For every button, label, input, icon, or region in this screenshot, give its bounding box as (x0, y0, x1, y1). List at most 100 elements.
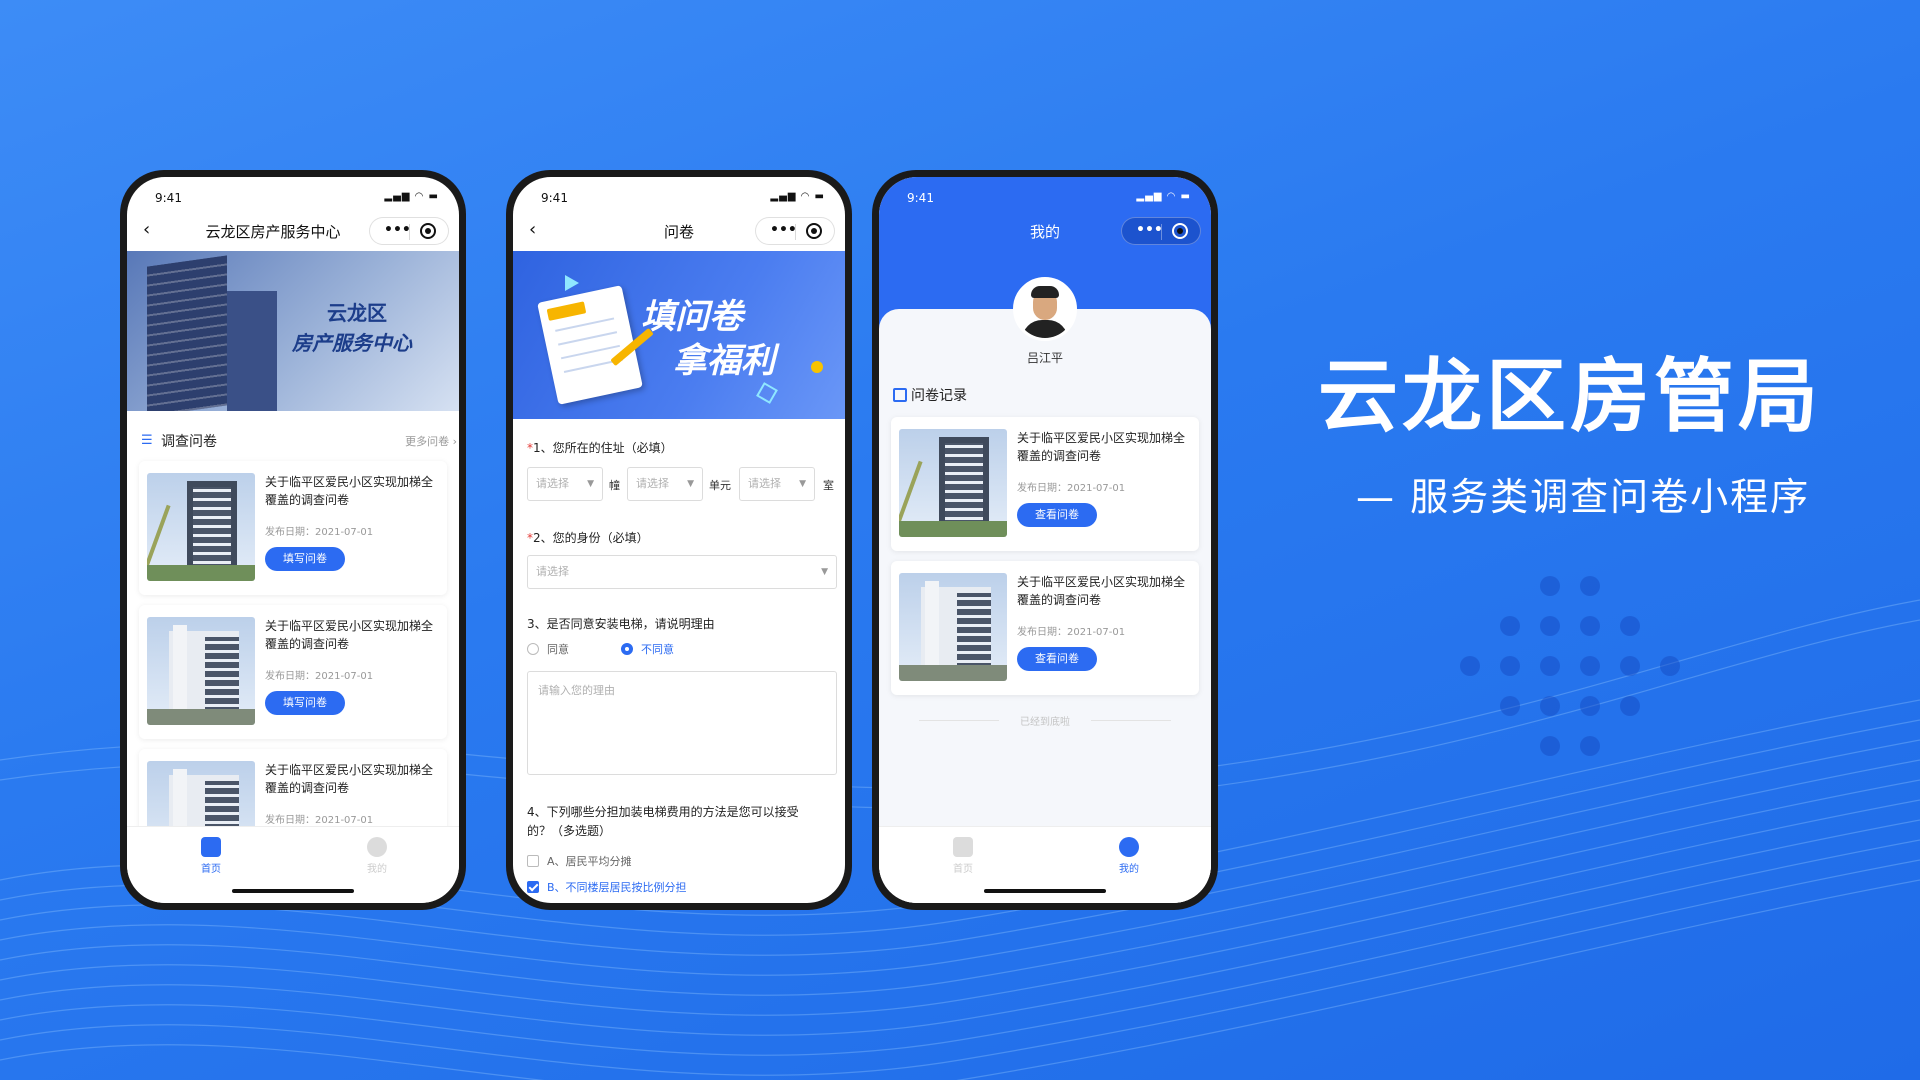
avatar[interactable] (1013, 277, 1077, 341)
radio-disagree[interactable] (621, 643, 633, 655)
view-survey-button[interactable]: 查看问卷 (1017, 503, 1097, 527)
identity-select-placeholder: 请选择 (536, 565, 569, 578)
tab-mine-label: 我的 (1119, 864, 1139, 875)
question-4-label-line1: 4、下列哪些分担加装电梯费用的方法是您可以接受 (527, 805, 799, 819)
room-select[interactable]: 请选择 ▼ (739, 467, 815, 501)
survey-title: 关于临平区爱民小区实现加梯全覆盖的调查问卷 (265, 763, 434, 795)
more-icon[interactable]: ••• (384, 222, 411, 238)
status-bar: 9:41 ▂▄▆ ◠ ▬ (513, 177, 845, 211)
room-select-placeholder: 请选择 (748, 477, 781, 490)
tab-home-label: 首页 (953, 864, 973, 875)
more-icon[interactable]: ••• (1136, 222, 1163, 238)
decorative-dots (1460, 570, 1700, 770)
home-screen: 9:41 ▂▄▆ ◠ ▬ ‹ 云龙区房产服务中心 ••• 云龙区 房产服务中心 … (127, 177, 459, 903)
tab-mine-label: 我的 (367, 864, 387, 875)
tab-mine[interactable]: 我的 (347, 837, 407, 875)
survey-banner: 填问卷 拿福利 (513, 251, 845, 419)
signal-wifi-battery-icon: ▂▄▆ ◠ ▬ (770, 191, 825, 202)
survey-title: 关于临平区爱民小区实现加梯全覆盖的调查问卷 (265, 619, 434, 651)
record-list-icon (893, 388, 907, 402)
building-unit-label: 幢 (609, 479, 620, 492)
record-date: 发布日期：2021-07-01 (1017, 483, 1126, 494)
record-date: 发布日期：2021-07-01 (1017, 627, 1126, 638)
tab-mine[interactable]: 我的 (1099, 837, 1159, 875)
radio-disagree-label[interactable]: 不同意 (641, 641, 674, 657)
checkbox-option-a[interactable] (527, 855, 539, 867)
decor-triangle (565, 275, 579, 291)
radio-agree-label[interactable]: 同意 (547, 641, 569, 657)
question-3: 3、是否同意安装电梯，请说明理由 (527, 615, 715, 632)
records-header: 问卷记录 (893, 385, 967, 405)
close-miniapp-icon[interactable] (420, 223, 436, 239)
decor-square (756, 382, 778, 404)
radio-agree[interactable] (527, 643, 539, 655)
list-end-text: 已经到底啦 (919, 713, 1171, 728)
survey-date: 发布日期：2021-07-01 (265, 815, 374, 826)
question-2-label: 2、您的身份（必填） (533, 531, 649, 545)
survey-title: 关于临平区爱民小区实现加梯全覆盖的调查问卷 (265, 475, 434, 507)
identity-select[interactable]: 请选择 ▼ (527, 555, 837, 589)
miniapp-capsule: ••• (369, 217, 449, 245)
chevron-down-icon: ▼ (687, 479, 694, 489)
record-thumbnail (899, 429, 1007, 537)
home-indicator (232, 889, 354, 893)
record-card[interactable]: 关于临平区爱民小区实现加梯全覆盖的调查问卷 发布日期：2021-07-01 查看… (891, 561, 1199, 695)
banner-slogan-line2: 拿福利 (673, 341, 775, 381)
hero-heading: 云龙区房管局 (1318, 350, 1822, 443)
record-card[interactable]: 关于临平区爱民小区实现加梯全覆盖的调查问卷 发布日期：2021-07-01 查看… (891, 417, 1199, 551)
status-time: 9:41 (155, 191, 182, 205)
question-4: 4、下列哪些分担加装电梯费用的方法是您可以接受 的？（多选题） (527, 803, 843, 841)
more-icon[interactable]: ••• (770, 222, 797, 238)
room-unit-label: 室 (823, 479, 834, 492)
status-bar: 9:41 ▂▄▆ ◠ ▬ (879, 177, 1211, 211)
checkbox-option-b-label[interactable]: B、不同楼层居民按比例分担 (547, 879, 687, 895)
user-icon (367, 837, 387, 857)
record-title: 关于临平区爱民小区实现加梯全覆盖的调查问卷 (1017, 575, 1186, 607)
capsule-divider (795, 224, 796, 240)
unit-select-placeholder: 请选择 (636, 477, 669, 490)
home-banner[interactable]: 云龙区 房产服务中心 (127, 251, 459, 411)
reason-placeholder: 请输入您的理由 (538, 684, 615, 697)
survey-thumbnail (147, 617, 255, 725)
unit-unit-label: 单元 (709, 479, 731, 492)
record-title: 关于临平区爱民小区实现加梯全覆盖的调查问卷 (1017, 431, 1186, 463)
more-surveys-link[interactable]: 更多问卷 › (405, 433, 457, 449)
close-miniapp-icon[interactable] (806, 223, 822, 239)
miniapp-capsule: ••• (755, 217, 835, 245)
tab-home[interactable]: 首页 (933, 837, 993, 875)
fill-survey-button[interactable]: 填写问卷 (265, 547, 345, 571)
question-4-label-line2: 的？（多选题） (527, 824, 612, 838)
phone-survey: 9:41 ▂▄▆ ◠ ▬ ‹ 问卷 ••• 填问卷 拿福利 *1、您所在的住址（… (506, 170, 852, 910)
unit-select[interactable]: 请选择 ▼ (627, 467, 703, 501)
tab-home-label: 首页 (201, 864, 221, 875)
building-select-placeholder: 请选择 (536, 477, 569, 490)
close-miniapp-icon[interactable] (1172, 223, 1188, 239)
fill-survey-button[interactable]: 填写问卷 (265, 691, 345, 715)
question-3-label: 3、是否同意安装电梯，请说明理由 (527, 617, 715, 631)
tab-home[interactable]: 首页 (181, 837, 241, 875)
banner-building-windows (147, 255, 227, 411)
capsule-divider (1161, 224, 1162, 240)
banner-building-side (227, 291, 277, 411)
survey-card[interactable]: 关于临平区爱民小区实现加梯全覆盖的调查问卷 发布日期：2021-07-01 填写… (139, 605, 447, 739)
nav-bar: ‹ 云龙区房产服务中心 ••• (127, 211, 459, 251)
view-survey-button[interactable]: 查看问卷 (1017, 647, 1097, 671)
banner-title-line2: 房产服务中心 (292, 331, 412, 355)
survey-date: 发布日期：2021-07-01 (265, 671, 374, 682)
signal-wifi-battery-icon: ▂▄▆ ◠ ▬ (384, 191, 439, 202)
nav-bar: ‹ 问卷 ••• (513, 211, 845, 251)
survey-section-header: ☰ 调查问卷 更多问卷 › (141, 429, 457, 453)
signal-wifi-battery-icon: ▂▄▆ ◠ ▬ (1136, 191, 1191, 202)
chevron-down-icon: ▼ (799, 479, 806, 489)
reason-textarea[interactable]: 请输入您的理由 (527, 671, 837, 775)
miniapp-capsule: ••• (1121, 217, 1201, 245)
phone-home: 9:41 ▂▄▆ ◠ ▬ ‹ 云龙区房产服务中心 ••• 云龙区 房产服务中心 … (120, 170, 466, 910)
building-select[interactable]: 请选择 ▼ (527, 467, 603, 501)
nav-bar: 我的 ••• (879, 211, 1211, 251)
survey-date: 发布日期：2021-07-01 (265, 527, 374, 538)
survey-card[interactable]: 关于临平区爱民小区实现加梯全覆盖的调查问卷 发布日期：2021-07-01 填写… (139, 461, 447, 595)
checkbox-option-b[interactable] (527, 881, 539, 893)
chevron-down-icon: ▼ (587, 479, 594, 489)
hero-subheading: — 服务类调查问卷小程序 (1356, 475, 1811, 519)
checkbox-option-a-label[interactable]: A、居民平均分摊 (547, 853, 632, 869)
